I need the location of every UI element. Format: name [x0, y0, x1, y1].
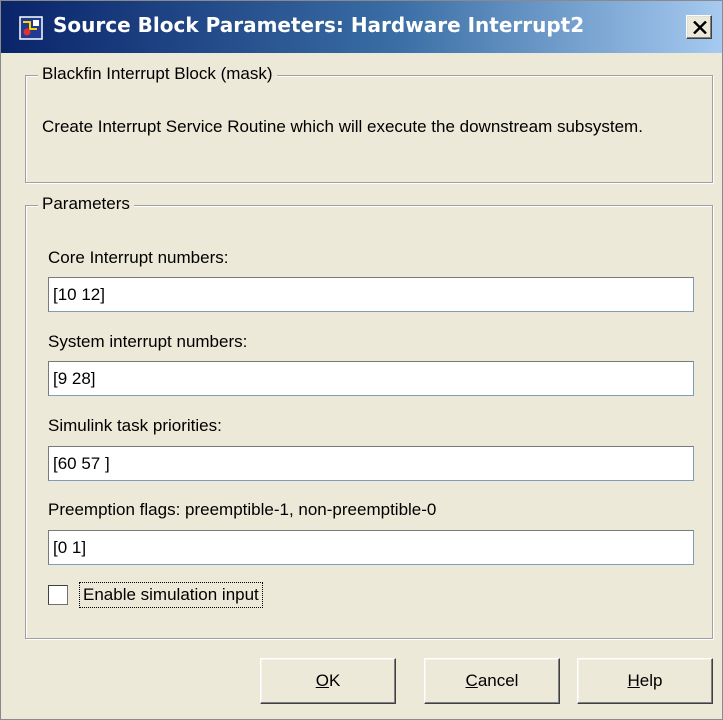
- dialog-window: Source Block Parameters: Hardware Interr…: [0, 0, 723, 720]
- preemption-flags-label: Preemption flags: preemptible-1, non-pre…: [48, 500, 437, 519]
- ok-label-rest: K: [328, 671, 341, 690]
- close-icon: [693, 21, 707, 34]
- ok-button[interactable]: OK: [260, 658, 396, 704]
- description-text: Create Interrupt Service Routine which w…: [42, 117, 643, 136]
- enable-simulation-input-checkbox[interactable]: [48, 585, 68, 605]
- parameters-group: Parameters Core Interrupt numbers: Syste…: [25, 194, 713, 639]
- description-legend: Blackfin Interrupt Block (mask): [38, 64, 277, 84]
- parameters-legend: Parameters: [38, 194, 134, 214]
- close-button[interactable]: [686, 15, 712, 39]
- cancel-button[interactable]: Cancel: [424, 658, 560, 704]
- description-group: Blackfin Interrupt Block (mask) Create I…: [25, 64, 713, 183]
- title-bar[interactable]: Source Block Parameters: Hardware Interr…: [1, 1, 722, 53]
- task-priorities-input[interactable]: [48, 446, 694, 481]
- preemption-flags-input[interactable]: [48, 530, 694, 565]
- help-label-rest: elp: [639, 671, 663, 690]
- cancel-mnemonic: C: [465, 671, 478, 690]
- help-mnemonic: H: [627, 671, 640, 690]
- simulink-block-icon: [19, 16, 43, 40]
- window-title: Source Block Parameters: Hardware Interr…: [53, 13, 585, 37]
- system-interrupt-label: System interrupt numbers:: [48, 332, 248, 351]
- help-button[interactable]: Help: [577, 658, 713, 704]
- core-interrupt-input[interactable]: [48, 277, 694, 312]
- ok-mnemonic: O: [315, 671, 329, 690]
- enable-simulation-input-label[interactable]: Enable simulation input: [79, 582, 263, 608]
- cancel-label-rest: ancel: [477, 671, 519, 690]
- core-interrupt-label: Core Interrupt numbers:: [48, 248, 229, 267]
- task-priorities-label: Simulink task priorities:: [48, 416, 222, 435]
- system-interrupt-input[interactable]: [48, 361, 694, 396]
